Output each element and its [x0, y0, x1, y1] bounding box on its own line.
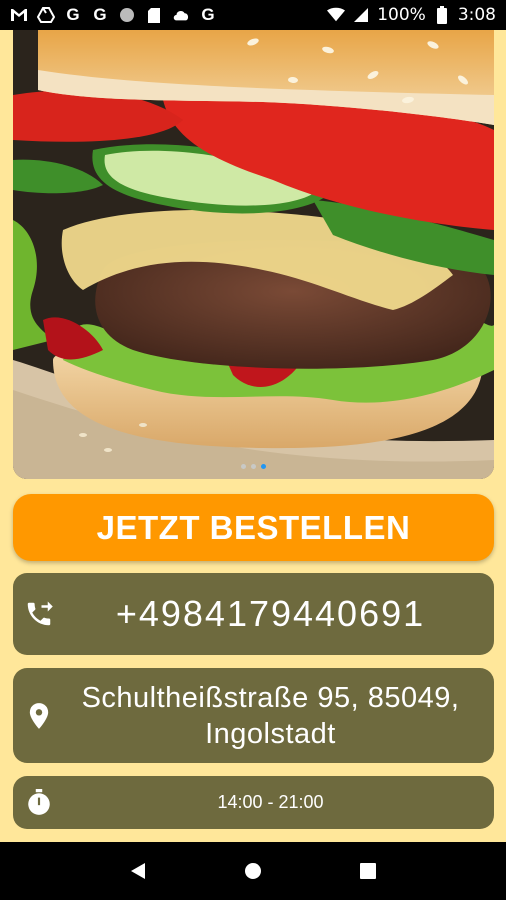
carousel-dots[interactable]: [13, 464, 494, 469]
carousel-dot-active[interactable]: [261, 464, 266, 469]
carousel-dot[interactable]: [241, 464, 246, 469]
cloud-icon: [172, 6, 190, 24]
circle-icon: [118, 6, 136, 24]
signal-icon: [352, 6, 370, 24]
wifi-icon: [327, 6, 346, 24]
phone-number[interactable]: +4984179440691: [13, 593, 494, 635]
status-bar: G G G 100% 3:08: [0, 0, 506, 30]
system-status: 100% 3:08: [327, 5, 496, 25]
order-now-button[interactable]: JETZT BESTELLEN: [13, 494, 494, 561]
google-icon: G: [93, 5, 107, 24]
carousel-dot[interactable]: [251, 464, 256, 469]
opening-hours: 14:00 - 21:00: [217, 792, 324, 812]
home-icon[interactable]: [241, 859, 265, 883]
notification-icons: G G G: [10, 5, 217, 24]
phone-card[interactable]: +4984179440691: [13, 573, 494, 655]
address-card[interactable]: Schultheißstraße 95, 85049, Ingolstadt: [13, 668, 494, 763]
back-icon[interactable]: [126, 859, 150, 883]
gmail-icon: [10, 6, 28, 24]
drive-icon: [37, 6, 55, 24]
google-icon: G: [66, 5, 80, 24]
address-text[interactable]: Schultheißstraße 95, 85049, Ingolstadt: [13, 680, 494, 752]
address-line-1: Schultheißstraße 95, 85049,: [81, 681, 460, 714]
opening-hours-card[interactable]: 14:00 - 21:00: [13, 776, 494, 829]
burger-image-carousel[interactable]: [13, 30, 494, 479]
burger-photo: [13, 30, 494, 479]
recents-icon[interactable]: [356, 859, 380, 883]
battery-percent: 100%: [377, 5, 426, 25]
address-line-2: Ingolstadt: [205, 717, 336, 750]
clock: 3:08: [457, 5, 496, 25]
google-icon: G: [201, 5, 215, 24]
stopwatch-icon: [23, 787, 55, 819]
sd-card-icon: [145, 6, 163, 24]
navigation-bar: [0, 842, 506, 900]
location-pin-icon: [23, 700, 55, 732]
battery-icon: [433, 6, 451, 24]
phone-forward-icon: [23, 598, 55, 630]
